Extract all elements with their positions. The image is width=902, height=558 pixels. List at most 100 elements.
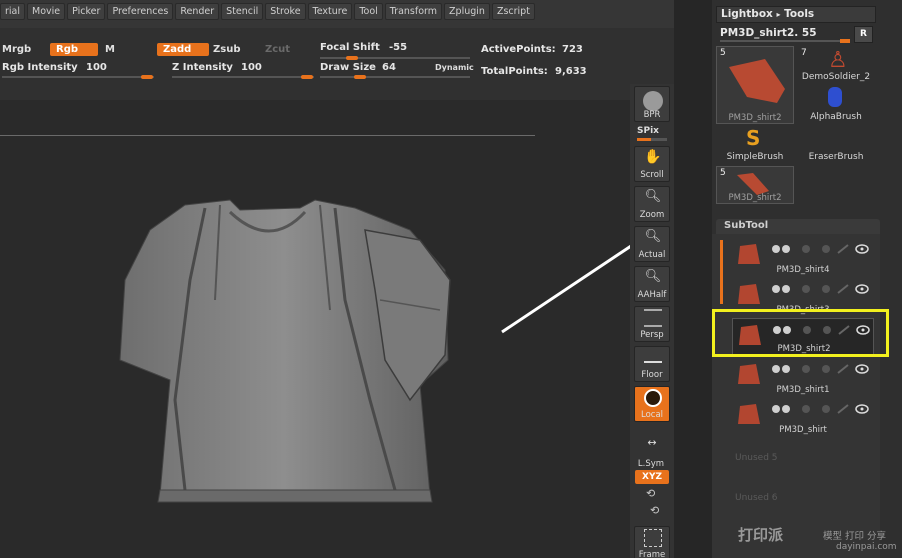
menu-item[interactable]: Render [175,3,220,20]
dynamic-button[interactable]: Dynamic [435,63,474,72]
draw-size-slider[interactable] [320,76,470,78]
lsym-label: L.Sym [637,459,665,469]
current-tool-name: PM3D_shirt2. 55 [720,27,817,39]
unused-slot: Unused 6 [735,493,778,503]
subtool-header[interactable]: SubTool [716,219,880,234]
floor-icon [644,357,662,363]
active-points-value: 723 [562,44,583,55]
shirt-piece-icon [729,59,785,103]
focal-shift-knob[interactable] [346,56,358,60]
magnifier-icon: 🔍︎ [644,269,662,284]
active-points-label: ActivePoints: [481,44,556,55]
lightbox-tools-header[interactable]: Lightbox ▸ Tools [716,6,876,23]
draw-size-knob[interactable] [354,75,366,79]
current-tool-value: 55 [801,27,817,39]
rgb-intensity-label: Rgb Intensity [2,62,78,73]
bpr-button[interactable]: BPR [634,86,670,122]
rgb-intensity-slider[interactable] [2,76,154,78]
tool-thumb-shirt2-small[interactable]: 5 PM3D_shirt2 [716,166,794,204]
spix-label: SPix [637,126,659,136]
frame-icon [644,529,662,547]
m-button[interactable]: M [105,44,115,55]
actual-button[interactable]: 🔍︎ Actual [634,226,670,262]
shirt-model[interactable] [0,100,630,558]
total-points-value: 9,633 [555,66,587,77]
frame-button[interactable]: Frame [634,526,670,558]
mrgb-button[interactable]: Mrgb [2,44,31,55]
subtool-thumb-icon [738,284,760,304]
menu-item[interactable]: Picker [67,3,106,20]
tools-label[interactable]: Tools [784,8,814,20]
document-canvas[interactable] [0,100,630,558]
subtool-toggle-icons[interactable] [770,363,870,375]
z-intensity-slider[interactable] [172,76,314,78]
z-intensity-knob[interactable] [301,75,313,79]
lsym-button[interactable]: ↔ L.Sym [634,434,670,470]
watermark-url: dayinpai.com [836,542,897,552]
menu-item[interactable]: Transform [384,3,443,20]
tool-thumb-shirt2[interactable]: 5 PM3D_shirt2 [716,46,794,124]
z-intensity-label: Z Intensity [172,62,233,73]
subtool-toggle-icons[interactable] [770,403,870,415]
subtool-toggle-icons[interactable] [770,283,870,295]
simple-brush-icon: S [746,126,761,150]
grid-icon [644,309,662,327]
rgb-button[interactable]: Rgb [50,43,98,56]
menu-item[interactable]: Zscript [491,3,535,20]
rotate-icon[interactable]: ⟲ [650,504,659,517]
rgb-intensity-knob[interactable] [141,75,153,79]
menu-item[interactable]: Tool [354,3,383,20]
menu-item[interactable]: rial [0,3,26,20]
tool-thumb-eraserbrush[interactable]: EraserBrush [799,126,873,164]
persp-label: Persp [640,330,664,340]
frame-label: Frame [638,550,666,558]
hand-icon: ✋ [644,149,662,165]
subtool-thumb-icon [738,244,760,264]
subtool-item[interactable]: PM3D_shirt1 [732,358,874,396]
subtool-item[interactable]: PM3D_shirt4 [732,238,874,276]
subtool-name: PM3D_shirt1 [776,385,830,395]
zcut-button[interactable]: Zcut [265,44,290,55]
menu-item[interactable]: Movie [27,3,66,20]
zoom-label: Zoom [639,210,665,220]
lightbox-label[interactable]: Lightbox [721,8,773,20]
subtool-scrollbar[interactable] [720,240,723,304]
total-points-label: TotalPoints: [481,66,548,77]
watermark-tagline: 模型 打印 分享 [823,531,887,542]
floor-button[interactable]: Floor [634,346,670,382]
xyz-button[interactable]: XYZ [635,470,669,484]
focal-shift-value: -55 [389,42,408,53]
scroll-button[interactable]: ✋ Scroll [634,146,670,182]
subtool-thumb-icon [738,364,760,384]
r-button[interactable]: R [854,26,873,43]
focal-shift-slider[interactable] [320,57,470,59]
zoom-button[interactable]: 🔍︎ Zoom [634,186,670,222]
local-icon [644,389,662,407]
thumb-caption: AlphaBrush [810,112,862,122]
zsub-button[interactable]: Zsub [213,44,240,55]
menu-item[interactable]: Preferences [107,3,174,20]
menu-item[interactable]: Stencil [221,3,264,20]
figure-icon: ♙ [828,48,848,73]
spix-slider[interactable] [637,138,667,141]
zadd-button[interactable]: Zadd [157,43,209,56]
aahalf-button[interactable]: 🔍︎ AAHalf [634,266,670,302]
local-label: Local [640,410,664,420]
menu-item[interactable]: Texture [307,3,353,20]
thumb-caption: SimpleBrush [726,152,784,162]
rotate-icon[interactable]: ⟲ [646,487,655,500]
tool-slider[interactable] [720,39,850,43]
tool-thumb-simplebrush[interactable]: S SimpleBrush [716,126,794,164]
draw-size-value: 64 [382,62,396,73]
menu-item[interactable]: Stroke [265,3,306,20]
subtool-item[interactable]: PM3D_shirt [732,398,874,436]
local-button[interactable]: Local [634,386,670,422]
magnifier-icon: 🔍︎ [644,229,662,244]
subtool-toggle-icons[interactable] [770,243,870,255]
aahalf-label: AAHalf [637,290,667,300]
tool-thumb-demosoldier[interactable]: 7 ♙ DemoSoldier_2 AlphaBrush [799,46,873,124]
persp-button[interactable]: Persp [634,306,670,342]
alpha-brush-icon [828,87,842,107]
menu-item[interactable]: Zplugin [444,3,490,20]
menu-bar: rial Movie Picker Preferences Render Stencil S… [0,0,706,28]
